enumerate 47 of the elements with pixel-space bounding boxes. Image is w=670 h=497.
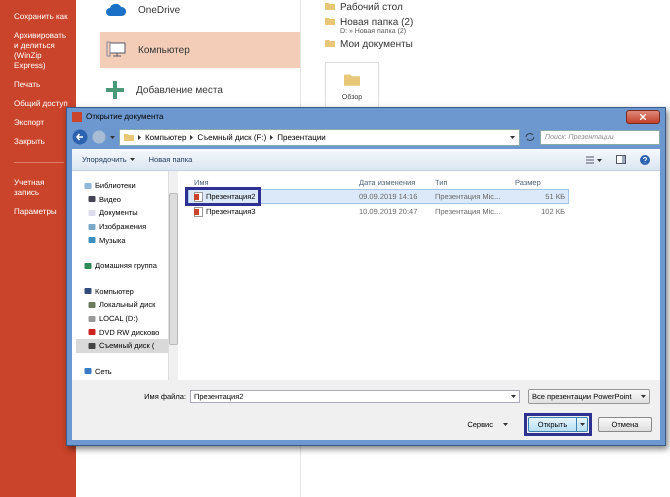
folder-name[interactable]: Мои документы <box>340 39 413 50</box>
sidebar-item[interactable]: Параметры <box>14 207 68 217</box>
place-item[interactable]: Добавление места <box>100 72 300 108</box>
caret-icon <box>641 394 646 398</box>
breadcrumb-item[interactable]: Компьютер <box>145 132 186 142</box>
caret-icon <box>130 158 135 161</box>
scrollbar[interactable] <box>168 171 178 380</box>
chevron-icon <box>270 134 274 140</box>
preview-pane-icon[interactable] <box>616 155 626 164</box>
plus-icon <box>106 81 124 99</box>
app-icon <box>72 112 82 122</box>
caret-icon <box>503 422 508 426</box>
highlight-frame <box>524 412 592 436</box>
address-bar[interactable]: Компьютер Съемный диск (F:) Презентации <box>119 128 520 146</box>
computer-icon <box>106 41 126 59</box>
folder-icon <box>124 133 134 141</box>
place-item[interactable]: Компьютер <box>100 32 300 68</box>
close-button[interactable] <box>626 110 660 124</box>
sidebar-item[interactable]: Учетная запись <box>14 178 68 198</box>
sidebar-item[interactable]: Общий доступ <box>14 99 68 109</box>
view-list-icon[interactable] <box>586 156 602 164</box>
close-icon <box>640 114 646 120</box>
sidebar-item[interactable]: Сохранить как <box>14 12 68 22</box>
sidebar-item[interactable]: Закрыть <box>14 137 68 147</box>
back-icon[interactable] <box>72 129 88 145</box>
chevron-icon <box>190 134 194 140</box>
caret-icon <box>511 394 516 398</box>
help-icon[interactable] <box>640 154 650 164</box>
cloud-icon <box>106 4 126 16</box>
presentation-file-icon <box>194 192 203 202</box>
sidebar-item[interactable]: Экспорт <box>14 118 68 128</box>
breadcrumb-item[interactable]: Съемный диск (F:) <box>197 132 266 142</box>
presentation-file-icon <box>194 206 203 216</box>
window-title: Открытие документа <box>86 112 164 121</box>
refresh-icon[interactable] <box>524 131 536 143</box>
folder-icon <box>325 39 335 47</box>
caret-icon <box>110 136 115 138</box>
sidebar-item[interactable]: Архивировать и делиться (WinZip Express) <box>14 31 68 71</box>
chevron-icon <box>138 134 141 140</box>
breadcrumb-item[interactable]: Презентации <box>277 132 326 142</box>
folder-name[interactable]: Новая папка (2) <box>340 17 414 28</box>
folder-name[interactable]: Рабочий стол <box>340 2 403 13</box>
place-item[interactable]: OneDrive <box>100 0 300 28</box>
folder-icon <box>344 73 360 86</box>
caret-icon <box>580 422 584 426</box>
sidebar-item[interactable]: Печать <box>14 80 68 90</box>
caret-icon <box>510 136 515 138</box>
